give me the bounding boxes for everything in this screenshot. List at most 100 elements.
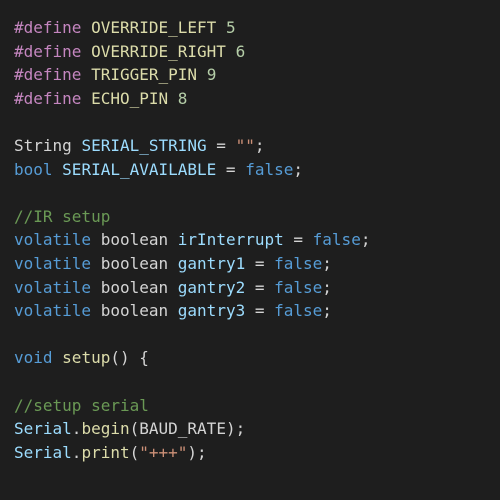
code-token: //setup serial [14,395,149,415]
code-token: irInterrupt [177,230,284,250]
code-token: = [216,159,246,179]
code-line[interactable]: volatile boolean gantry1 = false; [14,252,500,276]
code-token: String [14,135,72,155]
code-line[interactable]: #define ECHO_PIN 8 [14,87,500,111]
code-token: ; [293,159,304,179]
code-token: OVERRIDE_RIGHT [91,41,226,61]
code-token: TRIGGER_PIN [91,65,198,85]
code-token: 9 [206,65,217,85]
code-token: ; [322,253,332,273]
code-token: volatile [14,277,92,297]
code-token: false [274,301,323,321]
code-line[interactable]: #define TRIGGER_PIN 9 [14,63,500,87]
code-token: Serial [14,419,72,439]
code-token: = [206,135,236,155]
code-line[interactable]: volatile boolean gantry2 = false; [14,276,500,300]
code-token: = [283,230,313,250]
code-line[interactable]: //IR setup [14,205,500,229]
code-token: #define [14,65,82,85]
code-line[interactable]: volatile boolean gantry3 = false; [14,299,500,323]
code-line[interactable]: #define OVERRIDE_LEFT 5 [14,16,500,40]
code-token: SERIAL_STRING [81,135,207,155]
code-token: //IR setup [14,206,111,226]
code-token: Serial [14,442,72,462]
code-line[interactable] [14,110,500,134]
code-line[interactable]: Serial.print("+++"); [14,441,500,465]
code-token: #define [14,18,82,37]
code-token: OVERRIDE_LEFT [91,18,217,37]
code-token: boolean [100,277,169,297]
code-line[interactable]: bool SERIAL_AVAILABLE = false; [14,158,500,182]
code-line[interactable] [14,370,500,394]
code-token: boolean [100,230,169,250]
code-token: begin [81,419,130,439]
code-token: #define [14,41,82,61]
code-line[interactable]: void setup() { [14,346,500,370]
code-token: ); [225,419,246,439]
code-token: ; [360,230,371,250]
code-token: = [245,253,275,273]
code-token: "" [235,135,255,155]
code-token: = [245,277,275,297]
code-token: boolean [100,301,169,321]
code-token: gantry2 [177,277,246,297]
code-token: . [71,442,82,462]
code-line[interactable]: volatile boolean irInterrupt = false; [14,228,500,252]
code-token: . [71,419,82,439]
code-token: BAUD_RATE [139,419,226,439]
code-token: print [81,442,130,462]
code-line[interactable]: Serial.begin(BAUD_RATE); [14,417,500,441]
code-token: void [14,348,53,368]
code-token: ( [129,442,140,462]
code-token: 6 [235,41,246,61]
code-token: gantry3 [177,301,246,321]
code-token: ( [129,419,140,439]
code-token: SERIAL_AVAILABLE [62,159,217,179]
code-token: ECHO_PIN [91,88,169,108]
code-token: 8 [177,88,188,108]
code-token: ; [322,277,332,297]
code-line[interactable]: #define OVERRIDE_RIGHT 6 [14,40,500,64]
code-token: false [274,277,323,297]
code-token: boolean [100,253,169,273]
code-token: false [312,230,361,250]
code-line[interactable] [14,323,500,347]
code-token: ; [322,301,332,321]
code-token: 5 [225,18,236,37]
code-token: volatile [14,301,92,321]
code-token: false [274,253,323,273]
code-token: ; [254,135,265,155]
code-editor[interactable]: #define OVERRIDE_LEFT 5 #define OVERRIDE_… [0,0,500,500]
code-line[interactable]: //setup serial [14,394,500,418]
code-token: volatile [14,230,92,250]
code-token: false [245,159,294,179]
code-token: ); [187,442,207,462]
code-line[interactable] [14,181,500,205]
code-token: gantry1 [177,253,246,273]
code-line[interactable]: String SERIAL_STRING = ""; [14,134,500,158]
code-token: bool [14,159,53,179]
code-token: #define [14,88,82,108]
code-token: = [245,301,275,321]
code-token: setup [62,348,111,368]
code-token: () { [110,348,149,368]
